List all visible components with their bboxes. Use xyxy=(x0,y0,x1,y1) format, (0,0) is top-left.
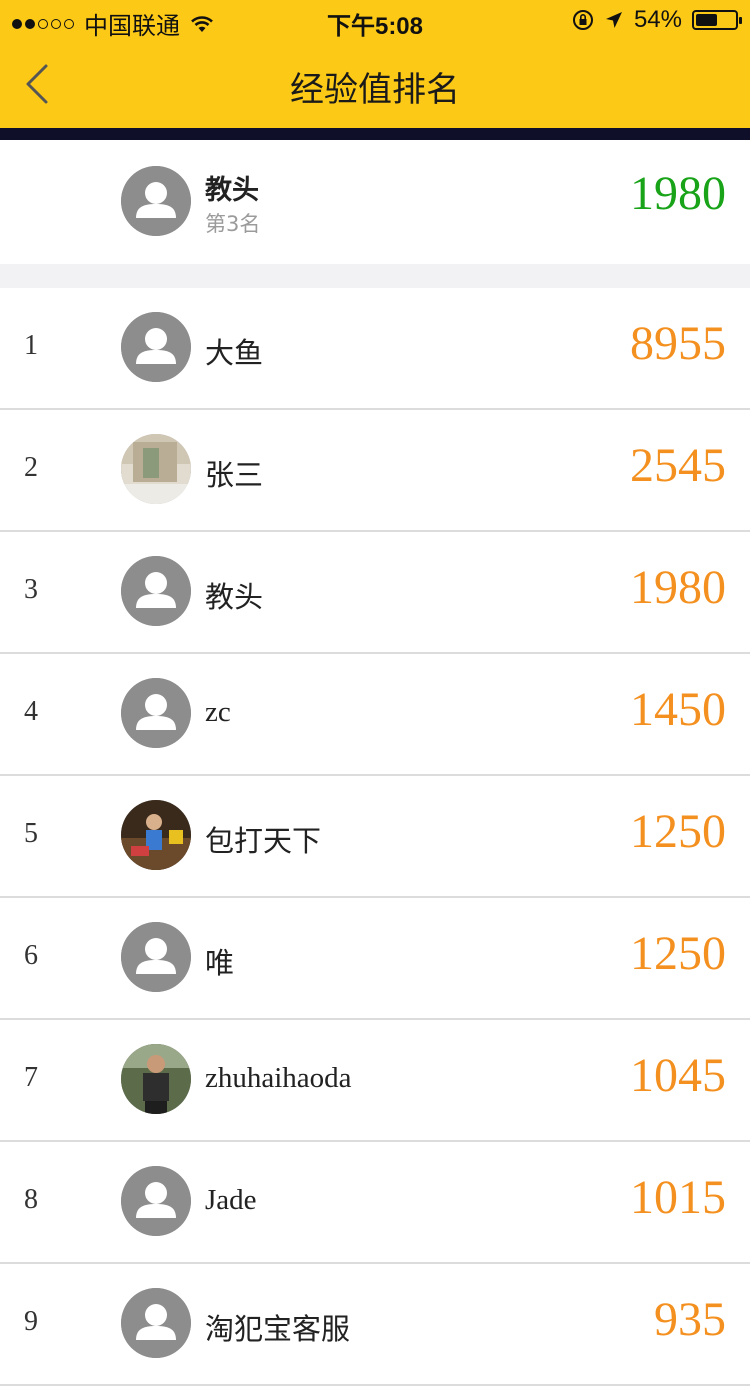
rank-number: 7 xyxy=(24,1062,38,1093)
user-score: 1250 xyxy=(630,805,726,858)
default-user-icon xyxy=(121,312,191,382)
ranking-row[interactable]: 9 淘犯宝客服 935 xyxy=(0,1264,750,1386)
user-photo xyxy=(121,800,191,870)
user-score: 1980 xyxy=(630,561,726,614)
avatar xyxy=(121,434,191,504)
ranking-row[interactable]: 6 唯 1250 xyxy=(0,898,750,1020)
my-position: 第3名 xyxy=(205,212,261,236)
user-photo xyxy=(121,1044,191,1114)
avatar xyxy=(121,800,191,870)
nav-bar: 经验值排名 xyxy=(0,40,750,128)
user-name: 张三 xyxy=(205,458,264,492)
ranking-row[interactable]: 1 大鱼 8955 xyxy=(0,288,750,410)
avatar xyxy=(121,922,191,992)
avatar xyxy=(121,556,191,626)
rank-number: 9 xyxy=(24,1306,38,1337)
user-name: 淘犯宝客服 xyxy=(205,1312,351,1346)
orientation-lock-icon xyxy=(572,10,593,30)
user-name: 大鱼 xyxy=(205,336,264,370)
battery-icon xyxy=(692,10,742,30)
user-score: 2545 xyxy=(630,439,726,492)
rank-number: 6 xyxy=(24,940,38,971)
my-name: 教头 xyxy=(205,175,259,206)
rank-number: 3 xyxy=(24,574,38,605)
user-name: 教头 xyxy=(205,580,264,614)
my-rank-card: 教头 第3名 1980 xyxy=(0,140,750,264)
ranking-row[interactable]: 5 包打天下 1250 xyxy=(0,776,750,898)
ranking-list: 1 大鱼 8955 2 张三 2545 3 教头 1980 4 zc 1450 … xyxy=(0,288,750,1386)
default-user-icon xyxy=(121,1166,191,1236)
user-name: 包打天下 xyxy=(205,824,322,858)
default-user-icon xyxy=(121,166,191,236)
header-divider xyxy=(0,128,750,140)
user-score: 1450 xyxy=(630,683,726,736)
rank-number: 5 xyxy=(24,818,38,849)
user-name: 唯 xyxy=(205,946,235,980)
rank-number: 4 xyxy=(24,696,38,727)
status-right: 54% xyxy=(572,6,742,34)
page-title: 经验值排名 xyxy=(290,70,460,110)
avatar xyxy=(121,1166,191,1236)
default-user-icon xyxy=(121,678,191,748)
battery-label: 54% xyxy=(633,6,682,33)
ranking-row[interactable]: 4 zc 1450 xyxy=(0,654,750,776)
default-user-icon xyxy=(121,922,191,992)
location-arrow-icon xyxy=(605,12,622,28)
avatar xyxy=(121,678,191,748)
my-score: 1980 xyxy=(630,167,726,220)
battery-fill xyxy=(696,14,717,26)
user-name: zhuhaihaoda xyxy=(205,1062,352,1094)
user-name: Jade xyxy=(205,1184,257,1216)
rank-number: 1 xyxy=(24,330,38,361)
user-score: 1045 xyxy=(630,1049,726,1102)
ranking-row[interactable]: 8 Jade 1015 xyxy=(0,1142,750,1264)
user-name: zc xyxy=(205,696,231,728)
ranking-row[interactable]: 3 教头 1980 xyxy=(0,532,750,654)
default-user-icon xyxy=(121,556,191,626)
avatar xyxy=(121,166,191,236)
avatar xyxy=(121,1044,191,1114)
user-photo xyxy=(121,434,191,504)
status-bar: 中国联通 下午5:08 54% xyxy=(0,0,750,40)
user-score: 1250 xyxy=(630,927,726,980)
user-score: 1015 xyxy=(630,1171,726,1224)
avatar xyxy=(121,312,191,382)
default-user-icon xyxy=(121,1288,191,1358)
avatar xyxy=(121,1288,191,1358)
ranking-row[interactable]: 2 张三 2545 xyxy=(0,410,750,532)
user-score: 935 xyxy=(654,1293,726,1346)
rank-number: 8 xyxy=(24,1184,38,1215)
ranking-row[interactable]: 7 zhuhaihaoda 1045 xyxy=(0,1020,750,1142)
user-score: 8955 xyxy=(630,317,726,370)
rank-number: 2 xyxy=(24,452,38,483)
